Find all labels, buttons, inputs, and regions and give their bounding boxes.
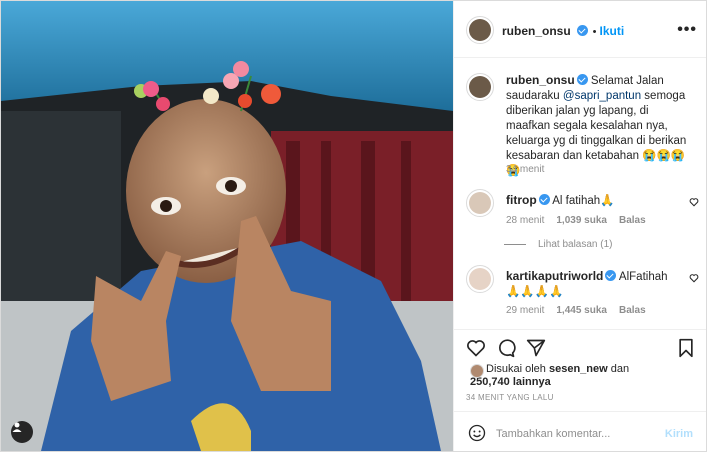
- comment-meta: 28 menit 1,039 suka Balas: [506, 215, 646, 226]
- comment-body: AlFatihah: [618, 271, 668, 283]
- post-photo[interactable]: [1, 1, 453, 451]
- comment-like-count[interactable]: 1,039 suka: [556, 215, 607, 226]
- comment-avatar[interactable]: [466, 189, 494, 217]
- likes-joiner: dan: [610, 363, 630, 375]
- post-header: ruben_onsu • Ikuti •••: [454, 1, 706, 58]
- comment-like-count[interactable]: 1,445 suka: [556, 305, 607, 316]
- comment-text: fitrop Al fatihah🙏: [506, 193, 691, 209]
- caption-time[interactable]: 34 menit: [506, 164, 544, 175]
- reply-button[interactable]: Balas: [619, 215, 646, 226]
- comment-username[interactable]: fitrop: [506, 193, 537, 207]
- comment-body: Al fatihah: [552, 195, 601, 207]
- add-comment-bar: Tambahkan komentar... Kirim: [454, 411, 706, 451]
- liker-username[interactable]: sesen_new: [549, 363, 608, 375]
- comment-emoji: 🙏: [600, 195, 615, 207]
- comment-icon[interactable]: [496, 338, 518, 360]
- save-bookmark-icon[interactable]: [676, 338, 698, 360]
- liker-avatar[interactable]: [470, 364, 484, 378]
- comment-input[interactable]: Tambahkan komentar...: [496, 428, 610, 440]
- post-actions: Disukai oleh sesen_new dan 250,740 lainn…: [454, 329, 706, 402]
- comment-time[interactable]: 29 menit: [506, 305, 544, 316]
- reply-button[interactable]: Balas: [619, 305, 646, 316]
- verified-badge-icon: [577, 25, 589, 36]
- post-dialog: ruben_onsu • Ikuti ••• ruben_onsu Selama…: [0, 0, 707, 452]
- follow-button[interactable]: Ikuti: [600, 24, 625, 38]
- view-replies-button[interactable]: Lihat balasan (1): [504, 239, 613, 250]
- caption-avatar[interactable]: [466, 73, 494, 101]
- comments-list[interactable]: ruben_onsu Selamat Jalan saudaraku @sapr…: [454, 58, 706, 328]
- comment-like-heart-icon[interactable]: [689, 273, 699, 286]
- comment-avatar[interactable]: [466, 265, 494, 293]
- comment-emoji: 🙏🙏🙏🙏: [506, 286, 564, 298]
- author-avatar[interactable]: [466, 16, 494, 44]
- caption-mention-link[interactable]: @sapri_pantun: [563, 90, 641, 102]
- likes-count[interactable]: 250,740 lainnya: [470, 376, 551, 388]
- caption-username[interactable]: ruben_onsu: [506, 73, 575, 87]
- author-username[interactable]: ruben_onsu: [502, 24, 571, 38]
- tagged-users-icon[interactable]: [11, 421, 33, 443]
- like-heart-icon[interactable]: [466, 338, 488, 360]
- comment-meta: 29 menit 1,445 suka Balas: [506, 305, 646, 316]
- more-options-icon[interactable]: •••: [677, 21, 697, 39]
- comment-username[interactable]: kartikaputriworld: [506, 269, 603, 283]
- emoji-smiley-icon[interactable]: [468, 424, 486, 447]
- verified-badge-icon: [605, 270, 617, 281]
- verified-badge-icon: [538, 194, 550, 205]
- post-side-panel: ruben_onsu • Ikuti ••• ruben_onsu Selama…: [453, 1, 706, 451]
- comment-time[interactable]: 28 menit: [506, 215, 544, 226]
- share-icon[interactable]: [526, 338, 548, 360]
- verified-badge-icon: [576, 74, 588, 85]
- comment-text: kartikaputriworld AlFatihah 🙏🙏🙏🙏: [506, 269, 691, 300]
- likes-summary: Disukai oleh sesen_new dan 250,740 lainn…: [470, 363, 670, 389]
- photo-illustration: [1, 1, 453, 451]
- comment-like-heart-icon[interactable]: [689, 197, 699, 210]
- post-timestamp[interactable]: 34 MENIT YANG LALU: [466, 393, 554, 402]
- post-comment-button[interactable]: Kirim: [665, 428, 693, 440]
